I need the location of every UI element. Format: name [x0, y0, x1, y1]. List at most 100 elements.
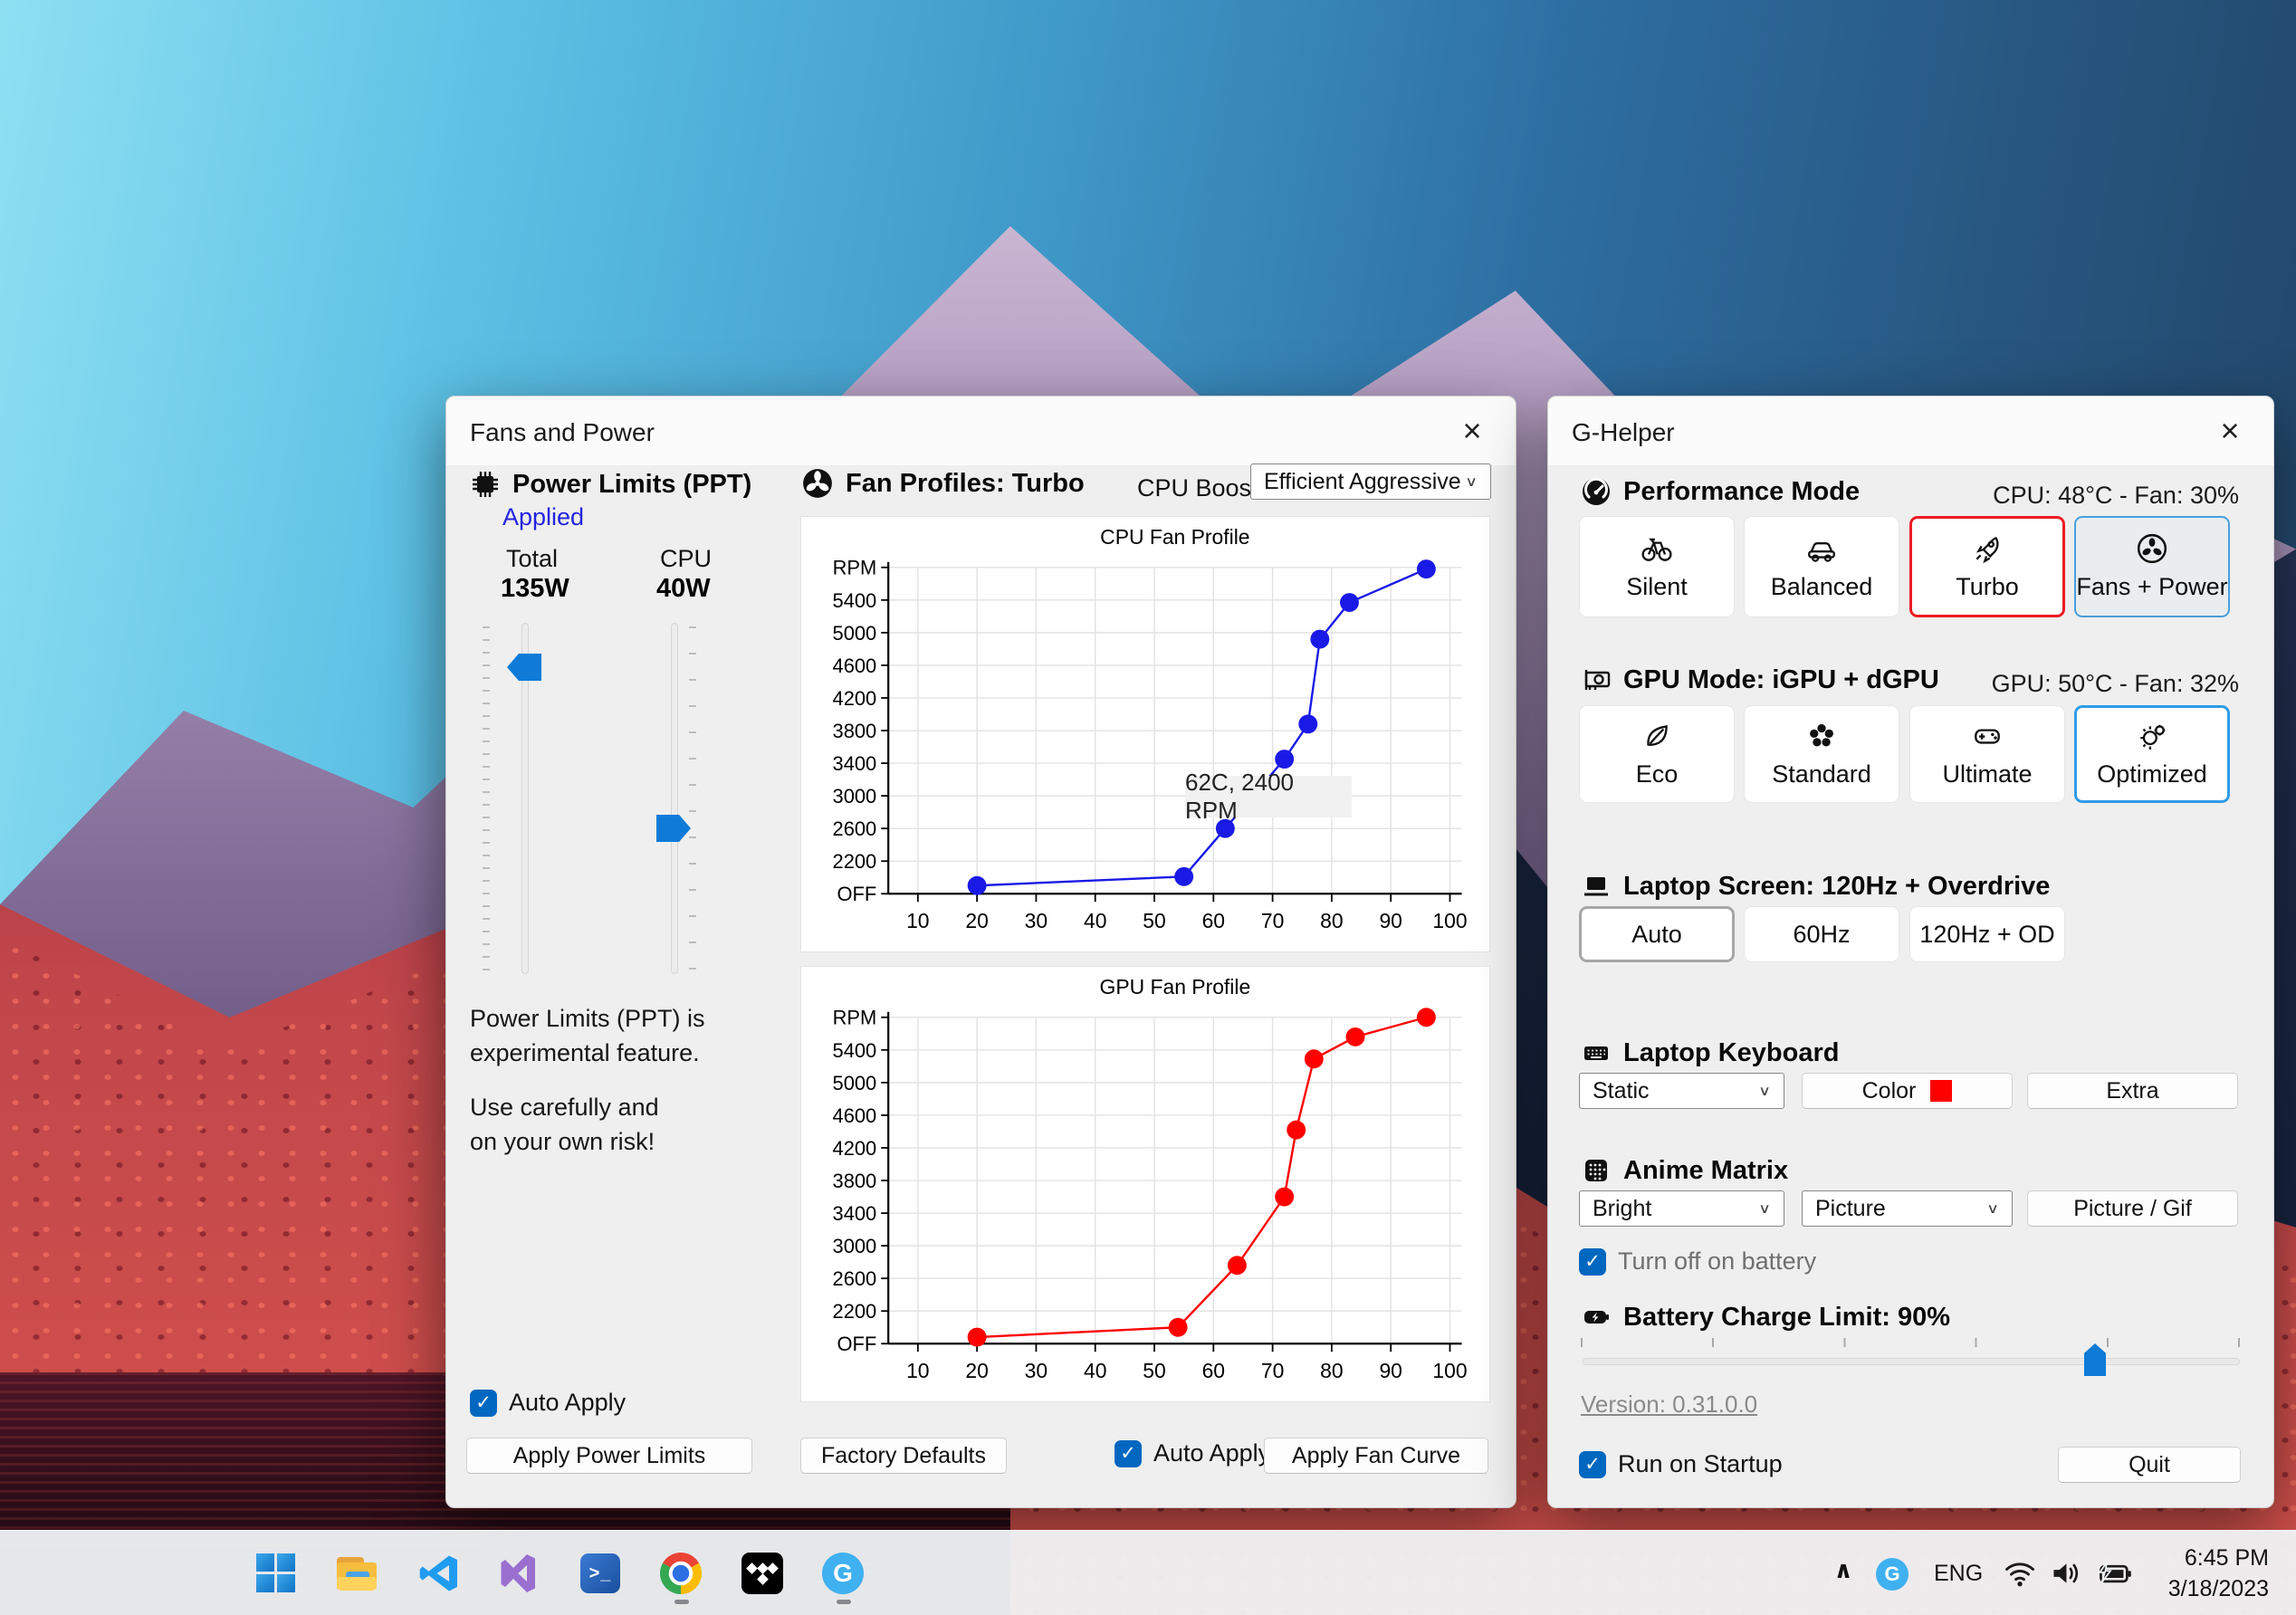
- anime-mode-select[interactable]: Picture ∨: [1802, 1190, 2013, 1227]
- language-indicator[interactable]: ENG: [1934, 1561, 1983, 1587]
- anime-picture-gif-button[interactable]: Picture / Gif: [2027, 1190, 2238, 1227]
- g-helper-tray-icon[interactable]: G: [1876, 1558, 1909, 1591]
- fan-curve-point[interactable]: [1416, 1008, 1436, 1027]
- run-on-startup-checkbox[interactable]: ✓: [1579, 1450, 1606, 1478]
- rocket-icon: [1976, 537, 1999, 564]
- fan-auto-apply-checkbox[interactable]: ✓: [1115, 1439, 1142, 1467]
- keyboard-mode-select[interactable]: Static ∨: [1579, 1073, 1784, 1109]
- fan-curve-point[interactable]: [1227, 1256, 1247, 1276]
- tidal-button[interactable]: [741, 1552, 784, 1595]
- fan-auto-apply-row: ✓ Auto Apply: [1115, 1439, 1270, 1467]
- chrome-button[interactable]: [659, 1552, 703, 1595]
- gpu-mode-optimized-button[interactable]: Optimized: [2074, 705, 2230, 803]
- gpu-fan-profile-chart[interactable]: OFF 2200 2600 3000 3400 3800 4200 4600 5000 5400 R…: [801, 967, 1489, 1401]
- svg-text:4200: 4200: [833, 687, 877, 710]
- svg-text:80: 80: [1320, 1359, 1343, 1382]
- fan-curve-point[interactable]: [1287, 1120, 1306, 1140]
- perf-mode-fans-power-button[interactable]: Fans + Power: [2074, 516, 2230, 617]
- factory-defaults-button[interactable]: Factory Defaults: [800, 1438, 1007, 1474]
- fan-curve-point[interactable]: [1168, 1317, 1188, 1337]
- anime-matrix-header: Anime Matrix: [1581, 1155, 1788, 1186]
- fan-curve-point[interactable]: [1416, 559, 1436, 579]
- svg-text:5400: 5400: [833, 1039, 877, 1062]
- clock[interactable]: 6:45 PM 3/18/2023: [2137, 1543, 2269, 1604]
- tray-date: 3/18/2023: [2167, 1576, 2269, 1601]
- fan-curve-point[interactable]: [1340, 593, 1359, 612]
- svg-text:3800: 3800: [833, 720, 877, 742]
- cpu-power-slider[interactable]: [671, 623, 678, 974]
- screen-60hz-button[interactable]: 60Hz: [1744, 906, 1899, 962]
- powershell-button[interactable]: >_: [579, 1552, 622, 1595]
- run-on-startup-row: ✓ Run on Startup: [1579, 1450, 1783, 1478]
- perf-mode-balanced-button[interactable]: Balanced: [1744, 516, 1899, 617]
- svg-text:10: 10: [906, 909, 929, 932]
- volume-icon[interactable]: [2050, 1558, 2084, 1593]
- chevron-down-icon: ∨: [1986, 1200, 1999, 1217]
- fan-curve-point[interactable]: [1174, 866, 1194, 886]
- svg-text:2600: 2600: [833, 1267, 877, 1290]
- visual-studio-button[interactable]: [497, 1552, 541, 1595]
- fan-curve-point[interactable]: [1275, 750, 1295, 769]
- svg-text:3400: 3400: [833, 1202, 877, 1225]
- start-button[interactable]: [254, 1552, 298, 1595]
- cpu-fan-profile-chart[interactable]: OFF 2200 2600 3000 3400 3800 4200 4600 5000 5400 R…: [801, 517, 1489, 951]
- svg-text:CPU Fan Profile: CPU Fan Profile: [1100, 525, 1249, 549]
- gpu-mode-eco-button[interactable]: Eco: [1579, 705, 1735, 803]
- svg-text:60: 60: [1202, 909, 1225, 932]
- wifi-icon[interactable]: [2003, 1558, 2037, 1593]
- fan-curve-point[interactable]: [1345, 1027, 1365, 1046]
- folder-icon: [335, 1552, 378, 1595]
- fan-curve-point[interactable]: [967, 1327, 987, 1347]
- battery-charge-slider[interactable]: [1583, 1358, 2240, 1365]
- battery-charging-icon[interactable]: [2097, 1558, 2133, 1593]
- fan-icon: [803, 469, 832, 498]
- run-on-startup-label: Run on Startup: [1618, 1450, 1783, 1477]
- fan-curve-point[interactable]: [1304, 1049, 1324, 1069]
- fans-window-titlebar[interactable]: Fans and Power ×: [446, 397, 1516, 465]
- fan-curve-point[interactable]: [967, 875, 987, 895]
- version-link[interactable]: Version: 0.31.0.0: [1581, 1390, 1757, 1419]
- close-icon[interactable]: ×: [2210, 411, 2250, 451]
- keyboard-color-button[interactable]: Color: [1802, 1073, 2013, 1109]
- gamepad-icon: [1975, 729, 2000, 744]
- g-helper-icon: G: [822, 1553, 864, 1594]
- laptop-icon: [1584, 877, 1608, 896]
- fan-point-tooltip: 62C, 2400 RPM: [1185, 769, 1352, 824]
- power-auto-apply-checkbox[interactable]: ✓: [470, 1389, 497, 1417]
- quit-button[interactable]: Quit: [2058, 1447, 2241, 1483]
- keyboard-extra-button[interactable]: Extra: [2027, 1073, 2238, 1109]
- screen-120hz-od-button[interactable]: 120Hz + OD: [1909, 906, 2065, 962]
- svg-text:50: 50: [1143, 909, 1165, 932]
- svg-text:30: 30: [1025, 909, 1048, 932]
- svg-text:60: 60: [1202, 1359, 1225, 1382]
- battery-charge-slider-thumb[interactable]: [2084, 1343, 2106, 1376]
- keyboard-icon: [1584, 1046, 1608, 1060]
- g-helper-running-indicator: [837, 1600, 851, 1604]
- svg-text:5400: 5400: [833, 589, 877, 612]
- gpu-mode-ultimate-button[interactable]: Ultimate: [1909, 705, 2065, 803]
- perf-mode-silent-button[interactable]: Silent: [1579, 516, 1735, 617]
- close-icon[interactable]: ×: [1452, 411, 1492, 451]
- cpu-boost-label: CPU Boost: [1137, 474, 1258, 502]
- cpu-boost-select[interactable]: Efficient Aggressive ∨: [1250, 463, 1491, 500]
- vscode-button[interactable]: [416, 1552, 460, 1595]
- anime-brightness-select[interactable]: Bright ∨: [1579, 1190, 1784, 1227]
- total-power-slider-thumb[interactable]: [507, 654, 541, 681]
- cpu-power-slider-thumb[interactable]: [656, 815, 691, 842]
- apply-power-limits-button[interactable]: Apply Power Limits: [466, 1438, 752, 1474]
- apply-fan-curve-button[interactable]: Apply Fan Curve: [1264, 1438, 1488, 1474]
- fan-curve-point[interactable]: [1310, 629, 1330, 649]
- turn-off-on-battery-checkbox[interactable]: ✓: [1579, 1247, 1606, 1276]
- gpu-mode-standard-button[interactable]: Standard: [1744, 705, 1899, 803]
- g-helper-titlebar[interactable]: G-Helper ×: [1548, 397, 2273, 465]
- fan-curve-point[interactable]: [1275, 1187, 1295, 1207]
- screen-auto-button[interactable]: Auto: [1579, 906, 1735, 962]
- tray-chevron-up-icon[interactable]: ∧: [1825, 1556, 1861, 1584]
- tray-time: 6:45 PM: [2184, 1545, 2269, 1571]
- g-helper-taskbar-button[interactable]: G: [821, 1552, 865, 1595]
- file-explorer-button[interactable]: [335, 1552, 378, 1595]
- perf-mode-turbo-button[interactable]: Turbo: [1909, 516, 2065, 617]
- gpu-temp-fan-status: GPU: 50°C - Fan: 32%: [1991, 670, 2239, 697]
- turn-off-on-battery-row: ✓ Turn off on battery: [1579, 1247, 1816, 1276]
- fan-curve-point[interactable]: [1298, 714, 1318, 734]
